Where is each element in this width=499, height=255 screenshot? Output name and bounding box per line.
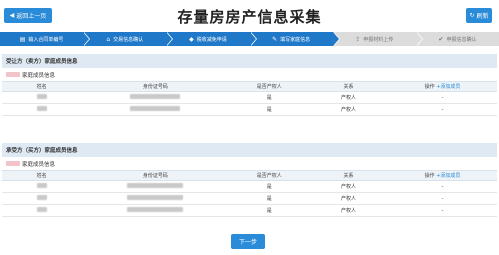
house-icon: ⌂ xyxy=(106,35,111,43)
cell-name xyxy=(2,180,82,193)
cell-name xyxy=(2,103,82,116)
step-label: 输入合同单编号 xyxy=(28,36,64,43)
step-label: 申报信息确认 xyxy=(446,36,477,43)
upload-icon: ⇪ xyxy=(355,35,361,43)
redacted-value xyxy=(127,183,184,188)
transferee-family-section: 受让方（卖方）家庭成员信息 家庭成员信息 姓名 身份证号码 是否产权人 关系 操… xyxy=(2,54,497,116)
cell-owner: 是 xyxy=(229,180,309,193)
cell-op: - xyxy=(388,91,497,104)
step-label: 交易信息确认 xyxy=(113,36,144,43)
step-1: ▤ 输入合同单编号 xyxy=(0,32,91,46)
redacted-value xyxy=(36,207,47,212)
cell-id xyxy=(81,192,230,205)
redacted-value xyxy=(36,106,47,111)
col-header-op: 操作 +添加成员 xyxy=(388,81,497,92)
redacted-value xyxy=(36,195,47,200)
refresh-button-label: 刷新 xyxy=(476,13,489,20)
next-step-button[interactable]: 下一步 xyxy=(231,234,265,249)
file-icon: ▤ xyxy=(19,35,26,43)
step-label: 税收减免申请 xyxy=(196,36,227,43)
redacted-value xyxy=(130,94,181,99)
table-row: 是 产权人 - xyxy=(2,204,497,217)
step-6: ✔ 申报信息确认 xyxy=(415,32,499,46)
col-header-relation: 关系 xyxy=(308,170,389,181)
add-member-link[interactable]: +添加成员 xyxy=(436,84,460,90)
table-row: 是 产权人 - xyxy=(2,192,497,205)
section-title: 受让方（卖方）家庭成员信息 xyxy=(2,54,497,68)
cell-id xyxy=(81,103,230,116)
col-header-owner: 是否产权人 xyxy=(229,81,309,92)
step-4: ✎ 填写家庭信息 xyxy=(249,32,340,46)
step-label: 申报材料上传 xyxy=(363,36,394,43)
refresh-icon: ↻ xyxy=(469,12,475,19)
redacted-name xyxy=(6,161,20,166)
edit-icon: ✎ xyxy=(272,35,278,43)
transferor-family-section: 承受方（买方）家庭成员信息 家庭成员信息 姓名 身份证号码 是否产权人 关系 操… xyxy=(2,143,497,217)
step-progress-bar: ▤ 输入合同单编号 ⌂ 交易信息确认 ◆ 税收减免申请 ✎ 填写家庭信息 ⇪ 申… xyxy=(0,32,499,46)
table-row: 是 产权人 - xyxy=(2,103,497,116)
cell-op: - xyxy=(388,180,497,193)
refresh-button[interactable]: ↻ 刷新 xyxy=(466,8,492,23)
cell-owner: 是 xyxy=(229,204,309,217)
redacted-value xyxy=(36,94,47,99)
cell-op: - xyxy=(388,192,497,205)
subtitle-text: 家庭成员信息 xyxy=(22,161,56,168)
redacted-name xyxy=(6,72,20,77)
step-label: 填写家庭信息 xyxy=(280,36,311,43)
cell-relation: 产权人 xyxy=(308,204,389,217)
page-title: 存量房房产信息采集 xyxy=(177,8,322,26)
redacted-value xyxy=(127,207,184,212)
col-header-owner: 是否产权人 xyxy=(229,170,309,181)
section-title: 承受方（买方）家庭成员信息 xyxy=(2,143,497,157)
cell-owner: 是 xyxy=(229,192,309,205)
step-3: ◆ 税收减免申请 xyxy=(166,32,257,46)
col-header-relation: 关系 xyxy=(308,81,389,92)
step-2: ⌂ 交易信息确认 xyxy=(83,32,174,46)
table-row: 是 产权人 - xyxy=(2,180,497,193)
add-member-link[interactable]: +添加成员 xyxy=(436,173,460,179)
redacted-value xyxy=(36,183,47,188)
cell-owner: 是 xyxy=(229,103,309,116)
step-5: ⇪ 申报材料上传 xyxy=(332,32,423,46)
col-header-id: 身份证号码 xyxy=(81,170,230,181)
section-subtitle: 家庭成员信息 xyxy=(2,68,497,81)
cell-id xyxy=(81,91,230,104)
col-header-op: 操作 +添加成员 xyxy=(388,170,497,181)
subtitle-text: 家庭成员信息 xyxy=(22,72,56,79)
op-label: 操作 xyxy=(424,173,435,179)
check-icon: ✔ xyxy=(438,35,444,43)
col-header-name: 姓名 xyxy=(2,170,82,181)
redacted-value xyxy=(127,195,184,200)
header-bar: ◀ 返回上一页 存量房房产信息采集 ↻ 刷新 xyxy=(0,0,499,32)
member-table: 姓名 身份证号码 是否产权人 关系 操作 +添加成员 是 产权人 - 是 产权人… xyxy=(2,170,497,217)
cell-name xyxy=(2,91,82,104)
cell-id xyxy=(81,180,230,193)
col-header-name: 姓名 xyxy=(2,81,82,92)
tag-icon: ◆ xyxy=(189,35,194,43)
cell-relation: 产权人 xyxy=(308,180,389,193)
cell-relation: 产权人 xyxy=(308,103,389,116)
cell-relation: 产权人 xyxy=(308,192,389,205)
op-label: 操作 xyxy=(424,84,435,90)
redacted-value xyxy=(130,106,181,111)
cell-name xyxy=(2,204,82,217)
cell-op: - xyxy=(388,204,497,217)
cell-owner: 是 xyxy=(229,91,309,104)
col-header-id: 身份证号码 xyxy=(81,81,230,92)
cell-relation: 产权人 xyxy=(308,91,389,104)
cell-id xyxy=(81,204,230,217)
table-row: 是 产权人 - xyxy=(2,91,497,104)
cell-op: - xyxy=(388,103,497,116)
member-table: 姓名 身份证号码 是否产权人 关系 操作 +添加成员 是 产权人 - 是 产权人… xyxy=(2,81,497,116)
cell-name xyxy=(2,192,82,205)
section-subtitle: 家庭成员信息 xyxy=(2,157,497,170)
